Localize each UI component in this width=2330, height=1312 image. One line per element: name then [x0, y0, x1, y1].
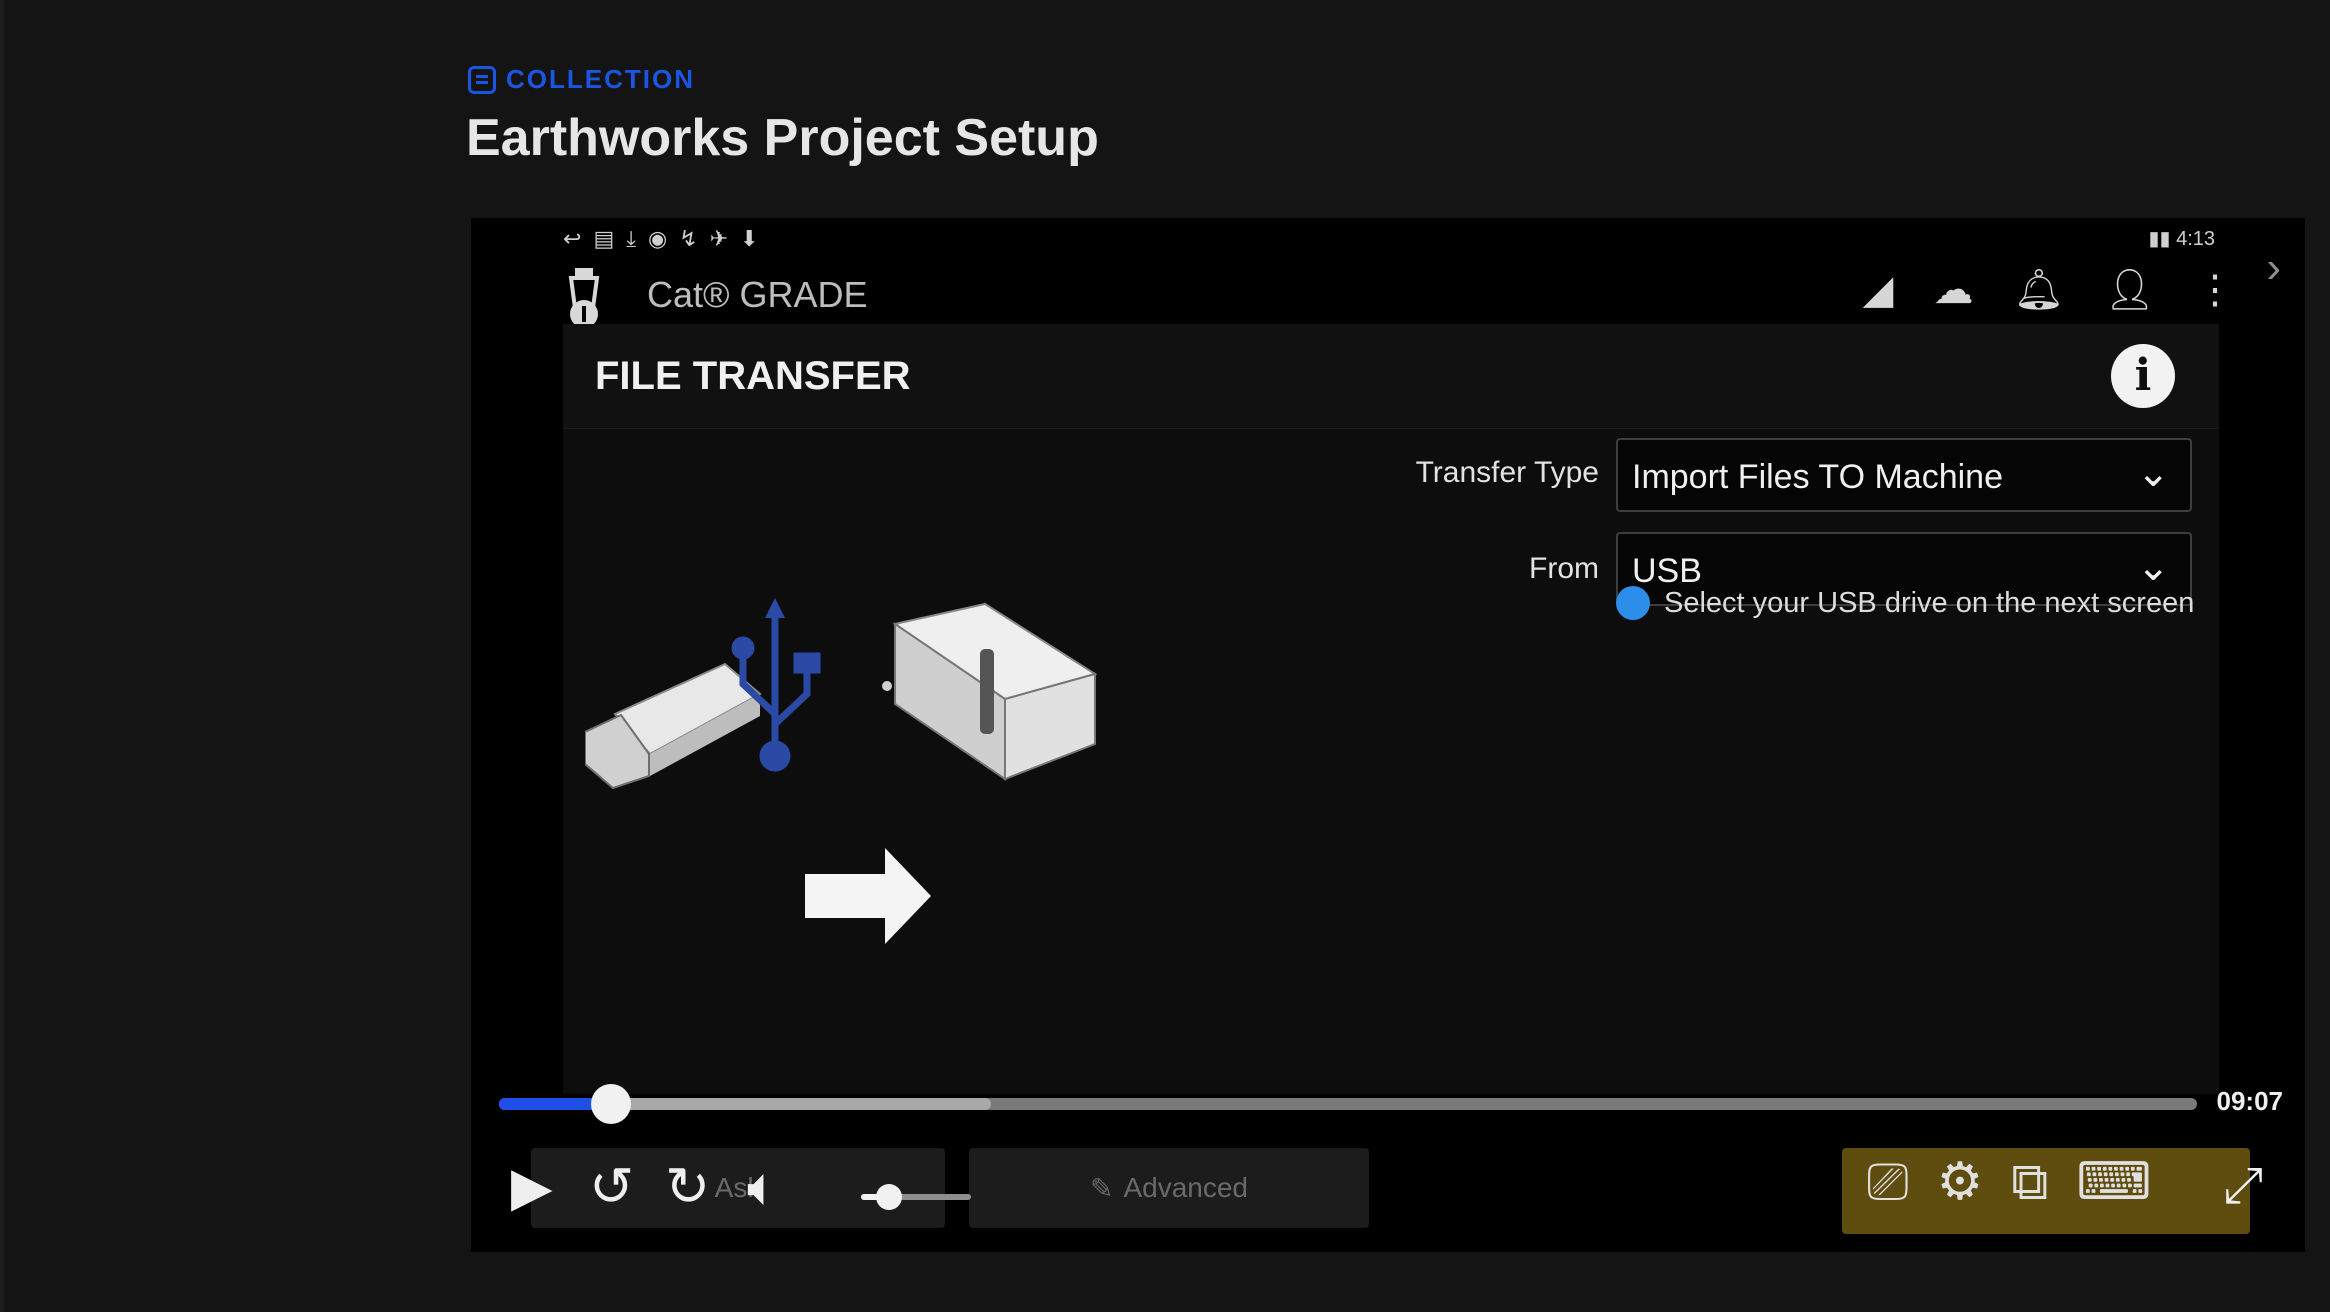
- hint-text: Select your USB drive on the next screen: [1664, 586, 2195, 619]
- progress-bar[interactable]: [499, 1084, 2197, 1124]
- volume-slider[interactable]: [861, 1184, 971, 1210]
- progress-thumb[interactable]: [591, 1084, 632, 1124]
- collection-label: COLLECTION: [506, 64, 695, 94]
- chevron-down-icon: ⌄: [2136, 451, 2170, 495]
- status-bar-right: ▮▮ 4:13: [2148, 228, 2216, 250]
- control-box-icon: [882, 602, 1098, 781]
- file-transfer-screen: FILE TRANSFER i Transfer Type Import Fil…: [563, 324, 2219, 1094]
- signal-icon[interactable]: ◢: [1863, 270, 1894, 310]
- app-name: Cat® GRADE: [647, 274, 868, 315]
- cloud-icon[interactable]: ☁: [1933, 270, 1973, 310]
- chevron-down-icon: ⌄: [2136, 545, 2170, 589]
- status-icon: ◉: [647, 226, 668, 251]
- forward-10-icon[interactable]: ↻: [665, 1160, 710, 1214]
- fullscreen-icon[interactable]: ⤢: [2223, 1156, 2263, 1215]
- transfer-type-value: Import Files TO Machine: [1632, 458, 2003, 496]
- status-icon: ↩: [563, 226, 582, 251]
- more-vertical-icon[interactable]: ⋮: [2195, 270, 2235, 310]
- usb-stick-icon: [585, 662, 762, 790]
- arrow-right-icon: [805, 848, 931, 944]
- info-dot-icon: [1616, 586, 1650, 620]
- player-right-icons: ⎚ ⚙ ⧉ ⌨: [1867, 1156, 2151, 1208]
- status-icon: ↯: [679, 226, 698, 251]
- status-icon: ✈: [709, 226, 729, 251]
- gear-icon[interactable]: ⚙: [1937, 1156, 1984, 1208]
- app-bar-icons: ◢ ☁ 🔔︎ 👤︎ ⋮: [1863, 270, 2235, 310]
- cat-logo-icon: [568, 268, 600, 328]
- player-controls: Ask ✎ Advanced ▶ ↺ ↻ 🔈︎ ⎚ ⚙ ⧉ ⌨ ⤢: [511, 1148, 2305, 1238]
- screen-title: FILE TRANSFER: [595, 354, 911, 398]
- picture-in-picture-icon[interactable]: ⧉: [2011, 1156, 2048, 1208]
- advanced-label: Advanced: [1123, 1172, 1248, 1203]
- screen-header: FILE TRANSFER i: [563, 324, 2219, 429]
- play-icon[interactable]: ▶: [511, 1160, 553, 1214]
- advanced-button[interactable]: ✎ Advanced: [969, 1148, 1369, 1228]
- cast-icon[interactable]: ⌨: [2076, 1156, 2151, 1208]
- next-chevron-icon[interactable]: ›: [2266, 246, 2281, 290]
- time-remaining: 09:07: [2216, 1086, 2284, 1116]
- transfer-type-select[interactable]: Import Files TO Machine ⌄: [1616, 438, 2192, 512]
- video-player[interactable]: › ↩ ▤ ⤓ ◉ ↯ ✈ ⬇ ▮▮ 4:13 Cat® GRADE ◢ ☁ 🔔…: [471, 218, 2305, 1252]
- transfer-type-label: Transfer Type: [1415, 456, 1599, 489]
- status-bar-left: ↩ ▤ ⤓ ◉ ↯ ✈ ⬇: [563, 226, 758, 252]
- rewind-10-icon[interactable]: ↺: [589, 1160, 634, 1214]
- captions-icon[interactable]: ⎚: [1867, 1156, 1909, 1208]
- status-icon: ▤: [593, 226, 615, 251]
- status-icon: ⬇: [740, 226, 759, 251]
- volume-thumb[interactable]: [875, 1184, 902, 1210]
- usb-hint: Select your USB drive on the next screen: [1616, 586, 2194, 620]
- usb-to-machine-illustration: [585, 598, 1098, 944]
- page-title: Earthworks Project Setup: [466, 109, 1099, 167]
- info-icon[interactable]: i: [2111, 344, 2175, 408]
- user-icon[interactable]: 👤︎: [2104, 270, 2155, 310]
- status-icon: ⤓: [626, 226, 636, 251]
- volume-mute-icon[interactable]: 🔈︎: [747, 1160, 779, 1214]
- bell-icon[interactable]: 🔔︎: [2013, 270, 2064, 310]
- collection-tag[interactable]: COLLECTION: [468, 64, 695, 95]
- collection-icon: [468, 65, 496, 94]
- edit-icon: ✎: [1089, 1172, 1114, 1204]
- left-edge-strip: [0, 0, 4, 1312]
- from-label: From: [1529, 552, 1599, 585]
